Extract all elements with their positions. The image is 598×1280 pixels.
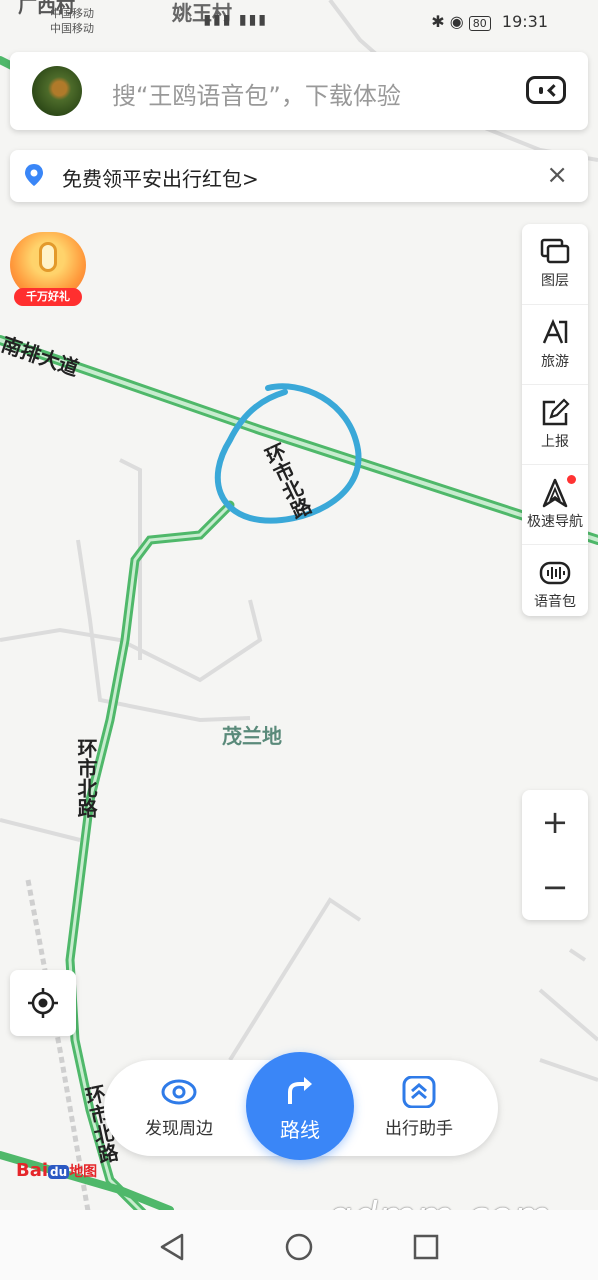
promo-text[interactable]: 免费领平安出行红包> xyxy=(62,163,259,192)
user-avatar[interactable] xyxy=(32,66,82,116)
crosshair-icon xyxy=(28,988,58,1018)
signal-icons: ▮▮▮ ▮▮▮ xyxy=(203,12,268,28)
location-icon: ◉ xyxy=(449,12,464,31)
navigation-icon xyxy=(542,478,568,508)
zoom-in-button[interactable]: + xyxy=(522,790,588,855)
back-icon[interactable] xyxy=(158,1232,186,1262)
layers-icon xyxy=(540,238,570,264)
travel-label: 旅游 xyxy=(541,354,569,370)
travel-assistant-label: 出行助手 xyxy=(385,1119,453,1139)
travel-button[interactable]: 旅游 xyxy=(522,304,588,385)
voice-pack-icon xyxy=(539,561,571,585)
clock: 19:31 xyxy=(501,12,548,31)
search-bar[interactable]: 搜“王鸥语音包”，下载体验 xyxy=(10,52,588,130)
logo-bai: Bai xyxy=(16,1160,49,1181)
layers-button[interactable]: 图层 xyxy=(522,224,588,304)
microphone-icon xyxy=(39,242,57,272)
home-icon[interactable] xyxy=(284,1232,314,1262)
route-label: 路线 xyxy=(280,1118,320,1142)
voice-pack-button[interactable]: 语音包 xyxy=(522,544,588,625)
travel-assistant-icon xyxy=(402,1076,436,1108)
route-button[interactable]: 路线 xyxy=(246,1052,354,1160)
fast-navigation-label: 极速导航 xyxy=(527,514,583,530)
baidu-map-logo: Bai du 地图 xyxy=(16,1160,97,1181)
battery-indicator: 80 xyxy=(468,16,491,31)
voice-assistant-icon[interactable] xyxy=(526,76,566,104)
carrier-info: 中国移动 中国移动 xyxy=(50,6,94,36)
status-bar: 中国移动 中国移动 ▮▮▮ ▮▮▮ ✱ ◉ 80 19:31 xyxy=(0,0,598,44)
zoom-out-button[interactable]: − xyxy=(522,855,588,920)
voice-pack-label: 语音包 xyxy=(534,594,576,610)
promo-banner[interactable]: 免费领平安出行红包> × xyxy=(10,150,588,202)
recent-apps-icon[interactable] xyxy=(412,1232,440,1262)
gift-label: 千万好礼 xyxy=(14,288,82,306)
map-toolbar: 图层 旅游 上报 极速导航 语音包 xyxy=(522,224,588,616)
notification-dot xyxy=(567,475,576,484)
map-label-huanshi-left: 环市北路 xyxy=(74,738,98,819)
bluetooth-icon: ✱ xyxy=(431,12,445,31)
report-label: 上报 xyxy=(541,434,569,450)
search-placeholder[interactable]: 搜“王鸥语音包”，下载体验 xyxy=(112,76,401,111)
report-icon xyxy=(542,398,570,426)
zoom-controls: + − xyxy=(522,790,588,920)
discover-nearby-label: 发现周边 xyxy=(145,1119,213,1139)
locate-me-button[interactable] xyxy=(10,970,76,1036)
fast-navigation-button[interactable]: 极速导航 xyxy=(522,464,588,545)
eye-icon xyxy=(161,1079,197,1105)
logo-du: du xyxy=(48,1165,70,1179)
location-pin-icon xyxy=(25,164,43,186)
map-label-maolandi: 茂兰地 xyxy=(222,724,282,748)
carrier-2: 中国移动 xyxy=(50,22,94,35)
system-navigation-bar xyxy=(0,1210,598,1280)
close-icon[interactable]: × xyxy=(546,160,568,190)
turn-arrow-icon xyxy=(288,1077,312,1104)
layers-label: 图层 xyxy=(541,273,569,289)
carrier-1: 中国移动 xyxy=(50,7,94,20)
report-button[interactable]: 上报 xyxy=(522,384,588,465)
gift-promo-button[interactable]: 千万好礼 xyxy=(10,232,86,308)
travel-assistant-button[interactable]: 出行助手 xyxy=(364,1076,474,1139)
travel-icon xyxy=(542,318,568,344)
discover-nearby-button[interactable]: 发现周边 xyxy=(124,1076,234,1139)
status-right: ✱ ◉ 80 19:31 xyxy=(431,12,548,31)
logo-map: 地图 xyxy=(69,1164,98,1180)
